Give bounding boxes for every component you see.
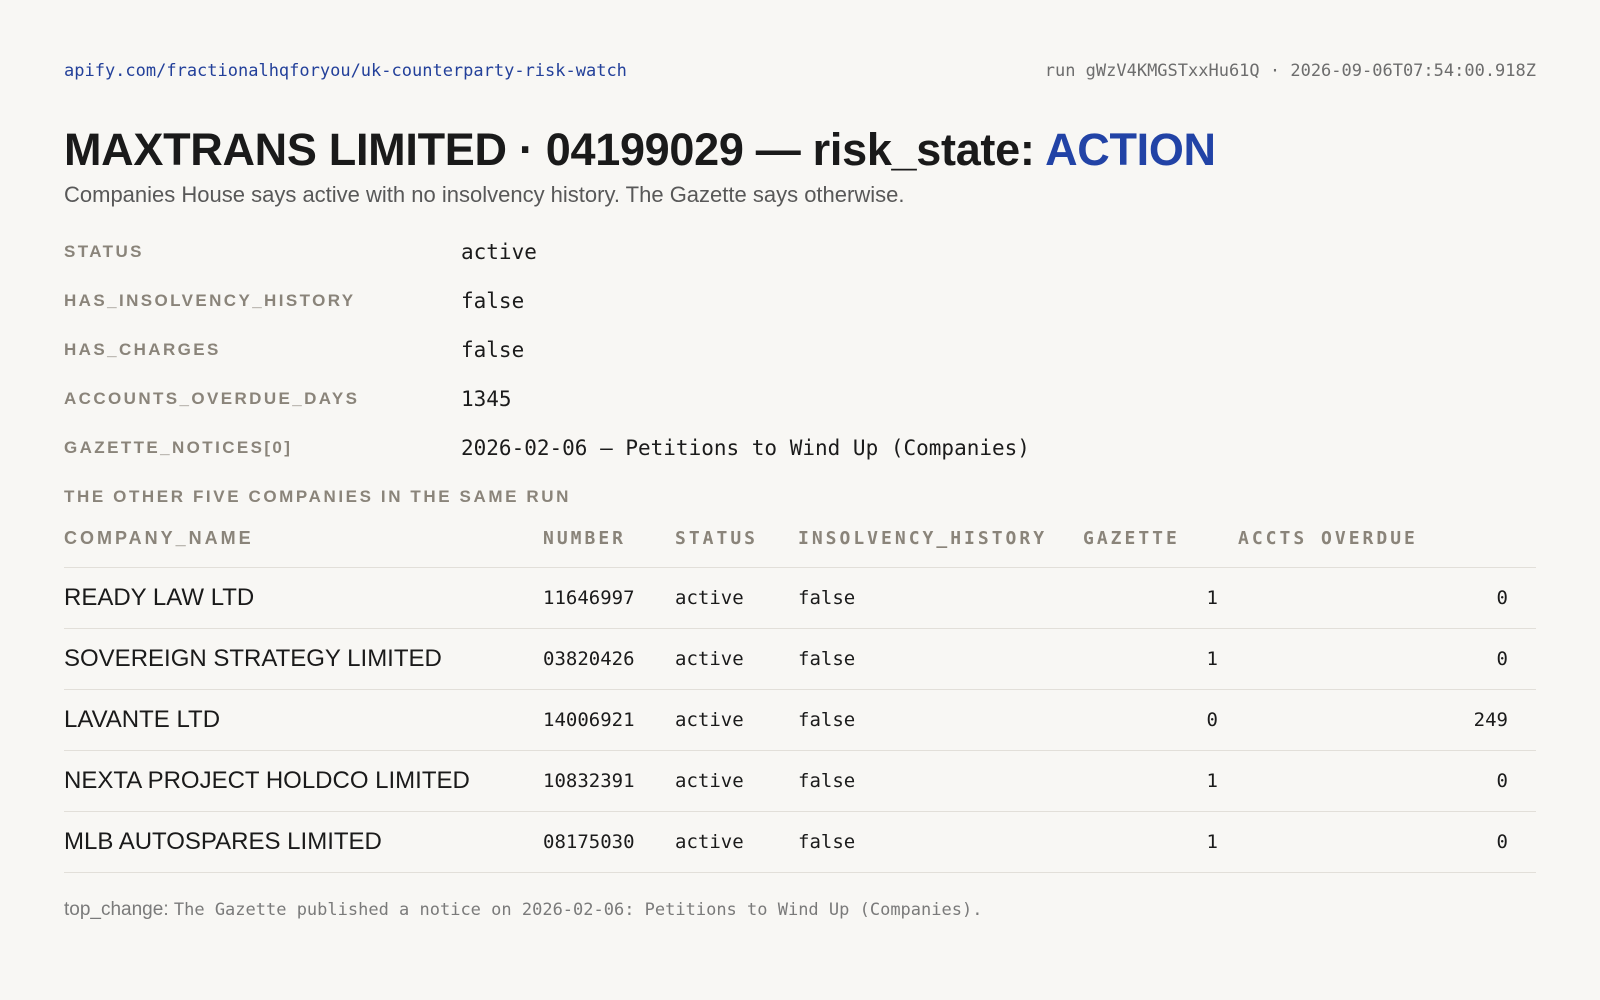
top-change-key: top_change:	[64, 898, 169, 920]
table-header-row: COMPANY_NAME NUMBER STATUS INSOLVENCY_HI…	[64, 527, 1536, 568]
company-number: 14006921	[543, 688, 675, 751]
actor-link[interactable]: apify.com/fractionalhqforyou/uk-counterp…	[64, 61, 627, 81]
section-heading: THE OTHER FIVE COMPANIES IN THE SAME RUN	[64, 486, 571, 506]
insolvency-history: false	[798, 810, 1083, 873]
field-value: false	[461, 289, 525, 314]
company-number: 03820426	[543, 627, 675, 690]
company-number: 11646997	[543, 566, 675, 629]
insolvency-history: false	[798, 627, 1083, 690]
table-row: MLB AUTOSPARES LIMITED 08175030 active f…	[64, 810, 1536, 873]
field-row-charges: HAS_CHARGES false	[64, 326, 1536, 375]
company-name: LAVANTE LTD	[64, 688, 543, 751]
gazette-count: 1	[1083, 810, 1238, 873]
company-status: active	[675, 688, 798, 751]
top-change-note: top_change: The Gazette published a noti…	[64, 899, 1536, 921]
gazette-count: 1	[1083, 566, 1238, 629]
company-name: MLB AUTOSPARES LIMITED	[64, 810, 543, 873]
field-row-gazette: GAZETTE_NOTICES[0] 2026-02-06 — Petition…	[64, 424, 1536, 473]
field-value: active	[461, 240, 537, 265]
field-value: 1345	[461, 387, 512, 412]
table-row: READY LAW LTD 11646997 active false 1 0	[64, 566, 1536, 629]
accts-overdue: 0	[1238, 627, 1536, 690]
report-page: apify.com/fractionalhqforyou/uk-counterp…	[0, 0, 1600, 921]
field-key: HAS_INSOLVENCY_HISTORY	[64, 291, 356, 311]
page-title: MAXTRANS LIMITED · 04199029 — risk_state…	[64, 124, 1536, 176]
field-row-insolvency: HAS_INSOLVENCY_HISTORY false	[64, 277, 1536, 326]
insolvency-history: false	[798, 688, 1083, 751]
companies-table: COMPANY_NAME NUMBER STATUS INSOLVENCY_HI…	[64, 527, 1536, 873]
risk-state-value: ACTION	[1045, 124, 1216, 175]
gazette-count: 1	[1083, 749, 1238, 812]
accts-overdue: 249	[1238, 688, 1536, 751]
column-header: INSOLVENCY_HISTORY	[798, 528, 1048, 550]
gazette-count: 1	[1083, 627, 1238, 690]
field-key: STATUS	[64, 242, 144, 262]
page-subtitle: Companies House says active with no inso…	[64, 181, 905, 207]
company-status: active	[675, 627, 798, 690]
field-list: STATUS active HAS_INSOLVENCY_HISTORY fal…	[64, 228, 1536, 473]
field-key: ACCOUNTS_OVERDUE_DAYS	[64, 389, 360, 409]
column-header: STATUS	[675, 528, 759, 550]
accts-overdue: 0	[1238, 810, 1536, 873]
column-header: GAZETTE	[1083, 528, 1180, 550]
table-row: SOVEREIGN STRATEGY LIMITED 03820426 acti…	[64, 627, 1536, 690]
field-row-overdue: ACCOUNTS_OVERDUE_DAYS 1345	[64, 375, 1536, 424]
title-company: MAXTRANS LIMITED · 04199029 — risk_state…	[64, 124, 1046, 175]
column-header: ACCTS OVERDUE	[1238, 528, 1418, 550]
company-number: 08175030	[543, 810, 675, 873]
field-key: GAZETTE_NOTICES[0]	[64, 438, 293, 458]
run-info: run gWzV4KMGSTxxHu61Q · 2026-09-06T07:54…	[1044, 61, 1536, 81]
company-name: SOVEREIGN STRATEGY LIMITED	[64, 627, 543, 690]
company-name: NEXTA PROJECT HOLDCO LIMITED	[64, 749, 543, 812]
company-status: active	[675, 566, 798, 629]
accts-overdue: 0	[1238, 566, 1536, 629]
insolvency-history: false	[798, 566, 1083, 629]
insolvency-history: false	[798, 749, 1083, 812]
column-header: COMPANY_NAME	[64, 528, 254, 549]
field-key: HAS_CHARGES	[64, 340, 221, 360]
accts-overdue: 0	[1238, 749, 1536, 812]
company-name: READY LAW LTD	[64, 566, 543, 629]
company-status: active	[675, 810, 798, 873]
column-header: NUMBER	[543, 528, 627, 550]
top-bar: apify.com/fractionalhqforyou/uk-counterp…	[64, 0, 1536, 82]
top-change-value: The Gazette published a notice on 2026-0…	[173, 899, 983, 920]
table-row: LAVANTE LTD 14006921 active false 0 249	[64, 688, 1536, 751]
field-value: false	[461, 338, 525, 363]
company-status: active	[675, 749, 798, 812]
table-row: NEXTA PROJECT HOLDCO LIMITED 10832391 ac…	[64, 749, 1536, 812]
gazette-count: 0	[1083, 688, 1238, 751]
field-row-status: STATUS active	[64, 228, 1536, 277]
field-value: 2026-02-06 — Petitions to Wind Up (Compa…	[461, 436, 1030, 461]
company-number: 10832391	[543, 749, 675, 812]
